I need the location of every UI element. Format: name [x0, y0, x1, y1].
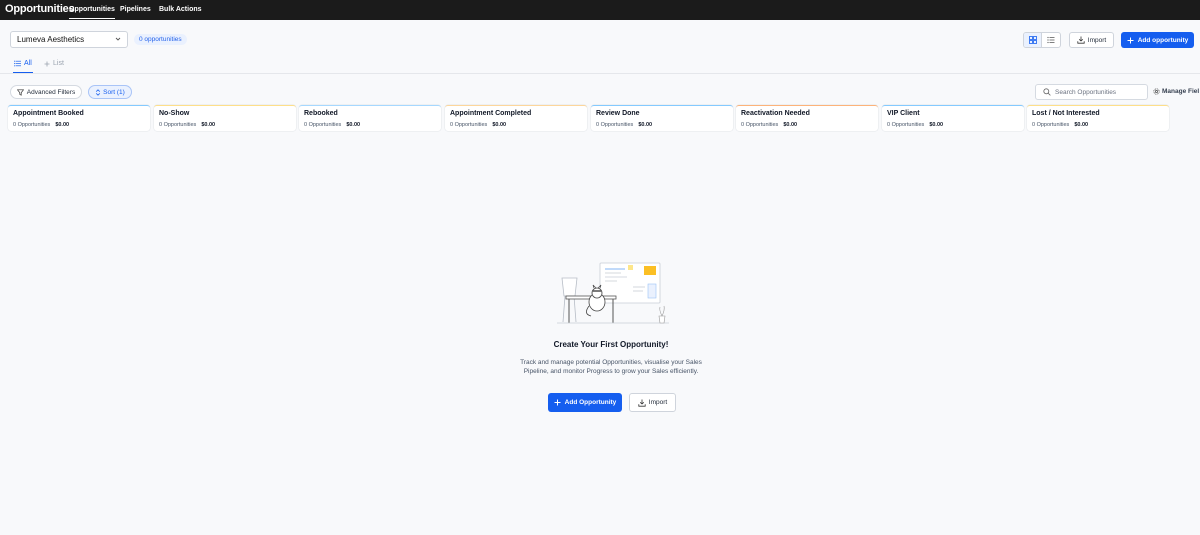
tab-bulk-actions[interactable]: Bulk Actions: [159, 6, 202, 13]
search-icon: [1043, 88, 1051, 96]
import-button[interactable]: Import: [1069, 32, 1114, 48]
stage-amount: $0.00: [346, 122, 361, 128]
sort-label: Sort (1): [103, 88, 125, 96]
add-list-tab[interactable]: List: [44, 60, 64, 67]
view-toggle: [1023, 32, 1061, 48]
stage-count: 0 Opportunities: [13, 122, 51, 128]
tab-pipelines[interactable]: Pipelines: [120, 6, 151, 13]
import-button-label: Import: [1087, 36, 1107, 44]
grid-view-button[interactable]: [1024, 33, 1043, 47]
list-icon: [14, 60, 21, 67]
sort-button[interactable]: Sort (1): [88, 85, 132, 99]
add-opportunity-cta-label: Add Opportunity: [564, 399, 617, 406]
stage-amount: $0.00: [201, 122, 216, 128]
empty-state-description: Track and manage potential Opportunities…: [520, 359, 702, 375]
import-cta-label: Import: [648, 399, 668, 406]
pipeline-select-value: Lumeva Aesthetics: [17, 35, 85, 44]
app-title: Opportunities: [5, 3, 75, 15]
import-cta-button[interactable]: Import: [629, 393, 676, 412]
stage-name: VIP Client: [887, 110, 920, 117]
stage-name: Lost / Not Interested: [1032, 110, 1100, 117]
manage-fields-button[interactable]: Manage Fiel: [1153, 88, 1199, 95]
stage-name: Rebooked: [304, 110, 338, 117]
filter-icon: [16, 88, 24, 96]
stage-count: 0 Opportunities: [741, 122, 779, 128]
download-icon: [638, 399, 646, 407]
download-icon: [1077, 36, 1085, 44]
add-opportunity-label: Add opportunity: [1137, 36, 1189, 44]
pipeline-select[interactable]: Lumeva Aesthetics: [10, 31, 128, 48]
stage-count: 0 Opportunities: [159, 122, 197, 128]
stage-column: Appointment Completed 0 Opportunities $0.…: [445, 105, 587, 131]
stage-column: Rebooked 0 Opportunities $0.00: [299, 105, 441, 131]
stage-amount: $0.00: [55, 122, 70, 128]
stage-name: Appointment Booked: [13, 110, 84, 117]
stage-amount: $0.00: [929, 122, 944, 128]
plus-icon: [1127, 37, 1134, 44]
add-opportunity-button[interactable]: Add opportunity: [1121, 32, 1194, 48]
sort-icon: [95, 88, 101, 96]
stage-name: No-Show: [159, 110, 190, 117]
list-icon: [1047, 36, 1055, 44]
stage-amount: $0.00: [783, 122, 798, 128]
stage-column: Lost / Not Interested 0 Opportunities $0.…: [1027, 105, 1169, 131]
manage-fields-label: Manage Fiel: [1162, 88, 1200, 95]
stage-column: Review Done 0 Opportunities $0.00: [591, 105, 733, 131]
empty-state-title: Create Your First Opportunity!: [553, 340, 669, 349]
stage-amount: $0.00: [638, 122, 653, 128]
stage-count: 0 Opportunities: [1032, 122, 1070, 128]
search-box: [1035, 84, 1148, 100]
empty-state-illustration: [555, 260, 671, 326]
advanced-filters-label: Advanced Filters: [26, 88, 76, 96]
opportunity-count-badge: 0 opportunities: [134, 34, 187, 45]
stage-name: Reactivation Needed: [741, 110, 810, 117]
stage-count: 0 Opportunities: [450, 122, 488, 128]
add-opportunity-cta-button[interactable]: Add Opportunity: [548, 393, 622, 412]
top-nav: Opportunities Opportunities Pipelines Bu…: [0, 0, 1200, 20]
plus-icon: [554, 399, 561, 406]
add-list-label: List: [53, 60, 64, 67]
stage-count: 0 Opportunities: [596, 122, 634, 128]
chevron-down-icon: [114, 35, 122, 43]
search-input[interactable]: [1055, 88, 1145, 96]
tabs-divider: [0, 73, 1200, 74]
stage-column: No-Show 0 Opportunities $0.00: [154, 105, 296, 131]
stage-column: Reactivation Needed 0 Opportunities $0.00: [736, 105, 878, 131]
tab-all-label: All: [24, 60, 32, 67]
stage-amount: $0.00: [492, 122, 507, 128]
tab-all[interactable]: All: [13, 60, 33, 73]
tab-opportunities[interactable]: Opportunities: [69, 6, 115, 19]
stage-column: VIP Client 0 Opportunities $0.00: [882, 105, 1024, 131]
grid-icon: [1028, 36, 1037, 44]
stage-name: Appointment Completed: [450, 110, 532, 117]
stage-count: 0 Opportunities: [887, 122, 925, 128]
list-view-button[interactable]: [1042, 33, 1060, 47]
plus-icon: [44, 61, 50, 67]
advanced-filters-button[interactable]: Advanced Filters: [10, 85, 82, 99]
stage-column: Appointment Booked 0 Opportunities $0.00: [8, 105, 150, 131]
stage-amount: $0.00: [1074, 122, 1089, 128]
stage-name: Review Done: [596, 110, 640, 117]
gear-icon: [1153, 88, 1160, 95]
stage-count: 0 Opportunities: [304, 122, 342, 128]
